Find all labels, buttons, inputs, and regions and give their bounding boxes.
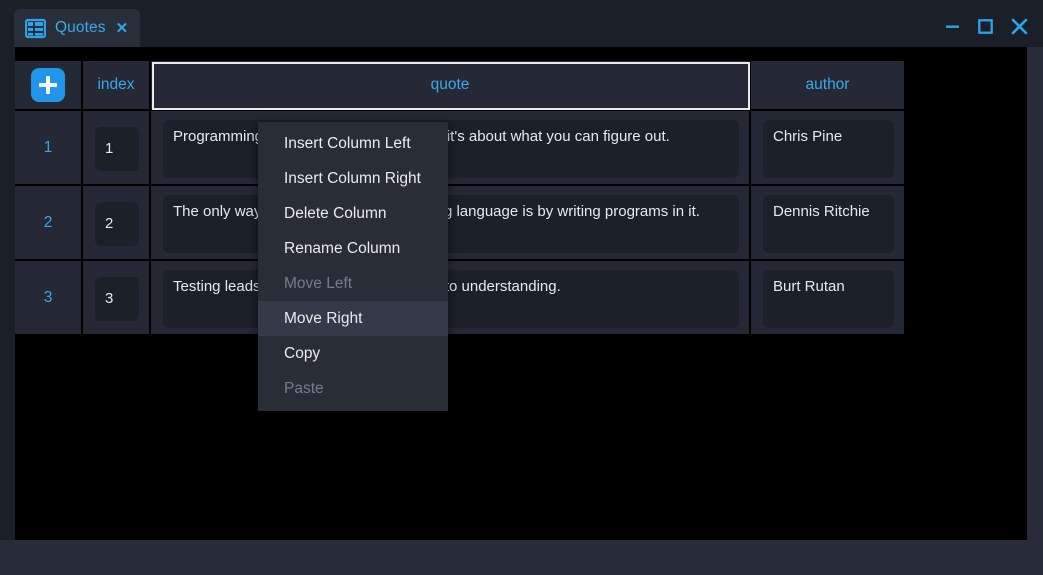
footer-strip bbox=[0, 540, 1043, 575]
column-header-index[interactable]: index bbox=[83, 61, 151, 111]
tab-label: Quotes bbox=[55, 19, 106, 37]
row-number[interactable]: 2 bbox=[15, 186, 83, 261]
cell-index-wrap: 2 bbox=[83, 186, 149, 261]
right-edge-panel bbox=[1027, 47, 1043, 540]
table-row: 1 1 Programming isn't about what you kno… bbox=[15, 111, 906, 186]
cell-author[interactable]: Burt Rutan bbox=[751, 261, 906, 336]
menu-item-copy[interactable]: Copy bbox=[258, 336, 448, 371]
table-row: 2 2 The only way to learn a new programm… bbox=[15, 186, 906, 261]
cell-author-wrap: Burt Rutan bbox=[751, 261, 904, 336]
tab-close-icon[interactable]: ✕ bbox=[115, 21, 129, 36]
cell-index-wrap: 3 bbox=[83, 261, 149, 336]
data-table: index quote author 1 1 bbox=[15, 61, 906, 336]
cell-index-value[interactable]: 2 bbox=[95, 202, 139, 246]
cell-quote-value[interactable]: Programming isn't about what you know; i… bbox=[163, 120, 739, 178]
title-bar: Quotes ✕ bbox=[0, 0, 1043, 47]
add-row-button-cell[interactable] bbox=[15, 61, 83, 111]
menu-item-rename-column[interactable]: Rename Column bbox=[258, 231, 448, 266]
cell-index[interactable]: 1 bbox=[83, 111, 151, 186]
table-header-row: index quote author bbox=[15, 61, 906, 111]
table-grid-icon bbox=[25, 18, 46, 39]
cell-quote-value[interactable]: The only way to learn a new programming … bbox=[163, 195, 739, 253]
cell-index[interactable]: 3 bbox=[83, 261, 151, 336]
column-header-quote-label: quote bbox=[431, 76, 470, 94]
menu-item-delete-column[interactable]: Delete Column bbox=[258, 196, 448, 231]
close-icon[interactable] bbox=[1010, 17, 1029, 41]
cell-author[interactable]: Dennis Ritchie bbox=[751, 186, 906, 261]
table-row: 3 3 Testing leads to failure, and failur… bbox=[15, 261, 906, 336]
cell-author-value[interactable]: Chris Pine bbox=[763, 120, 894, 178]
menu-item-insert-column-left[interactable]: Insert Column Left bbox=[258, 126, 448, 161]
column-context-menu: Insert Column Left Insert Column Right D… bbox=[258, 122, 448, 411]
cell-author[interactable]: Chris Pine bbox=[751, 111, 906, 186]
column-header-index-label: index bbox=[97, 76, 134, 94]
column-header-author-label: author bbox=[806, 76, 850, 94]
table-workspace: index quote author 1 1 bbox=[15, 47, 1027, 540]
cell-index-value[interactable]: 1 bbox=[95, 127, 139, 171]
tab-quotes[interactable]: Quotes ✕ bbox=[14, 9, 140, 47]
cell-author-value[interactable]: Dennis Ritchie bbox=[763, 195, 894, 253]
window-controls bbox=[944, 17, 1029, 41]
cell-index-value[interactable]: 3 bbox=[95, 277, 139, 321]
cell-quote[interactable]: Programming isn't about what you know; i… bbox=[151, 111, 751, 186]
menu-item-move-left: Move Left bbox=[258, 266, 448, 301]
cell-index[interactable]: 2 bbox=[83, 186, 151, 261]
column-header-quote[interactable]: quote bbox=[151, 61, 751, 111]
app-window: Quotes ✕ index bbox=[0, 0, 1043, 575]
menu-item-paste: Paste bbox=[258, 371, 448, 406]
menu-item-insert-column-right[interactable]: Insert Column Right bbox=[258, 161, 448, 196]
menu-item-move-right[interactable]: Move Right bbox=[258, 301, 448, 336]
add-row-plus-icon[interactable] bbox=[31, 68, 65, 102]
column-header-author[interactable]: author bbox=[751, 61, 906, 111]
cell-author-wrap: Dennis Ritchie bbox=[751, 186, 904, 261]
cell-index-wrap: 1 bbox=[83, 111, 149, 186]
cell-quote[interactable]: The only way to learn a new programming … bbox=[151, 186, 751, 261]
left-edge-panel bbox=[0, 47, 15, 575]
cell-quote-value[interactable]: Testing leads to failure, and failure le… bbox=[163, 270, 739, 328]
cell-author-wrap: Chris Pine bbox=[751, 111, 904, 186]
cell-quote-wrap: Testing leads to failure, and failure le… bbox=[151, 261, 749, 336]
row-number[interactable]: 3 bbox=[15, 261, 83, 336]
maximize-icon[interactable] bbox=[977, 18, 994, 40]
minimize-icon[interactable] bbox=[944, 18, 961, 40]
cell-quote[interactable]: Testing leads to failure, and failure le… bbox=[151, 261, 751, 336]
cell-quote-wrap: The only way to learn a new programming … bbox=[151, 186, 749, 261]
row-number[interactable]: 1 bbox=[15, 111, 83, 186]
cell-author-value[interactable]: Burt Rutan bbox=[763, 270, 894, 328]
cell-quote-wrap: Programming isn't about what you know; i… bbox=[151, 111, 749, 186]
